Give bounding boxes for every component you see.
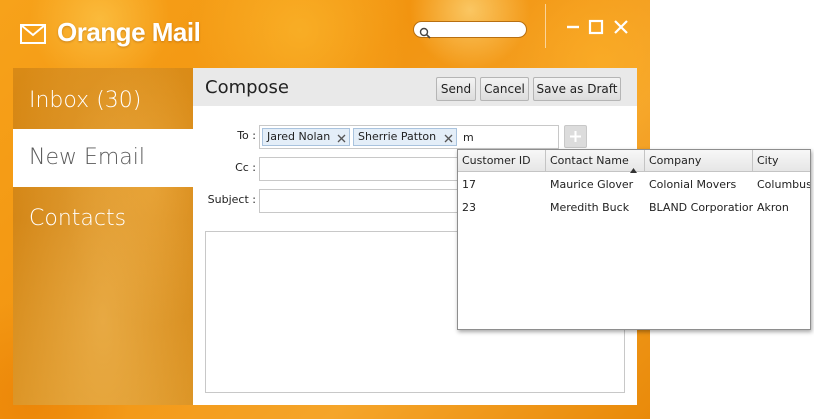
- sidebar-item-inbox[interactable]: Inbox (30): [13, 72, 193, 130]
- to-label: To :: [237, 129, 256, 142]
- maximize-icon[interactable]: [587, 18, 605, 36]
- remove-token-icon[interactable]: [337, 132, 346, 143]
- recipient-token[interactable]: Sherrie Patton: [353, 128, 457, 146]
- title-bar: Orange Mail: [0, 0, 650, 68]
- recipient-token-label: Sherrie Patton: [358, 130, 437, 143]
- page-title: Compose: [205, 77, 290, 98]
- table-row[interactable]: 17 Maurice Glover Colonial Movers Columb…: [458, 173, 810, 196]
- column-header-city[interactable]: City: [753, 150, 810, 172]
- sidebar-item-new-email[interactable]: New Email: [13, 129, 193, 187]
- cell-contact-name: Meredith Buck: [550, 201, 630, 214]
- column-header-label: Contact Name: [550, 154, 629, 167]
- cell-company: BLAND Corporation: [649, 201, 753, 214]
- to-field[interactable]: Jared Nolan Sherrie Patton: [259, 125, 559, 149]
- column-header-customer-id[interactable]: Customer ID: [458, 150, 546, 172]
- search-box[interactable]: [413, 21, 527, 39]
- sidebar-item-contacts[interactable]: Contacts: [13, 190, 193, 248]
- cc-label: Cc :: [235, 161, 256, 174]
- remove-token-icon[interactable]: [444, 132, 453, 143]
- column-header-company[interactable]: Company: [645, 150, 753, 172]
- subject-label: Subject :: [207, 193, 256, 206]
- cell-company: Colonial Movers: [649, 178, 737, 191]
- cell-customer-id: 17: [462, 178, 476, 191]
- cell-city: Akron: [757, 201, 789, 214]
- sidebar-nav: Inbox (30) New Email Contacts: [13, 68, 193, 405]
- cell-contact-name: Maurice Glover: [550, 178, 634, 191]
- recipient-token[interactable]: Jared Nolan: [262, 128, 350, 146]
- search-input[interactable]: [434, 23, 522, 36]
- sort-ascending-icon: [630, 158, 637, 173]
- compose-header: Compose Send Cancel Save as Draft: [193, 68, 637, 106]
- close-icon[interactable]: [612, 18, 630, 36]
- minimize-icon[interactable]: [564, 18, 582, 36]
- cell-customer-id: 23: [462, 201, 476, 214]
- sidebar-item-label: Contacts: [29, 206, 127, 231]
- title-divider: [545, 4, 546, 48]
- save-draft-button[interactable]: Save as Draft: [533, 77, 621, 101]
- search-icon: [419, 24, 431, 39]
- app-title: Orange Mail: [57, 17, 201, 47]
- mail-icon: [20, 24, 46, 44]
- add-recipient-button[interactable]: [564, 125, 587, 148]
- contact-autocomplete-dropdown: Customer ID Contact Name Company City 17…: [457, 149, 811, 330]
- dropdown-header: Customer ID Contact Name Company City: [458, 150, 810, 173]
- cancel-button[interactable]: Cancel: [480, 77, 529, 101]
- cell-city: Columbus: [757, 178, 810, 191]
- sidebar-item-label: Inbox (30): [29, 88, 142, 113]
- table-row[interactable]: 23 Meredith Buck BLAND Corporation Akron: [458, 196, 810, 219]
- recipient-token-label: Jared Nolan: [267, 130, 331, 143]
- sidebar-item-label: New Email: [29, 145, 146, 170]
- to-input[interactable]: [463, 129, 555, 145]
- send-button[interactable]: Send: [436, 77, 476, 101]
